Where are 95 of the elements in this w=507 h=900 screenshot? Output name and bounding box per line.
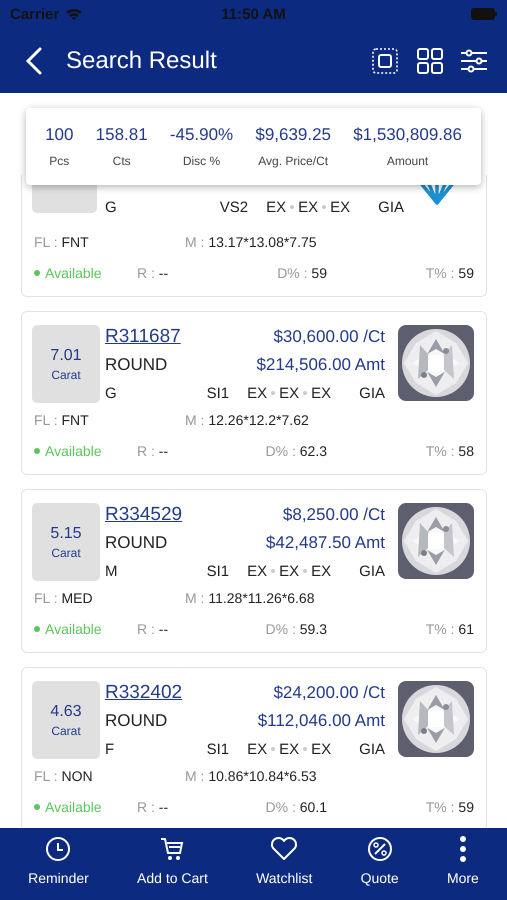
total-amount: $214,506.00 Amt (256, 355, 385, 375)
summary-value: 158.81 (96, 125, 148, 145)
more-icon (458, 836, 467, 862)
stone-symmetry: EX (330, 198, 350, 216)
stone-id-link[interactable]: R334529 (105, 504, 182, 526)
cart-icon (159, 836, 186, 862)
ratio: R : -- (137, 621, 170, 637)
summary-value: 100 (45, 125, 74, 145)
shape-label: ROUND (105, 533, 168, 553)
stone-polish: EX (279, 562, 300, 580)
stone-symmetry: EX (311, 740, 332, 758)
stone-color-grade: F (105, 740, 116, 758)
clock-icon (45, 836, 72, 862)
stone-clarity: SI1 (206, 384, 230, 402)
total-amount: $42,487.50 Amt (266, 533, 385, 553)
availability-status: Available (34, 799, 137, 815)
nav-button[interactable]: Add to Cart (137, 828, 208, 900)
nav-button[interactable]: More (446, 828, 479, 900)
heart-icon (270, 836, 298, 862)
total-amount: $112,046.00 Amt (258, 711, 385, 731)
price-per-carat: $8,250.00 /Ct (282, 505, 385, 525)
ratio: R : -- (137, 799, 170, 815)
carat-value: 5.15 (50, 524, 82, 542)
price-per-carat: $24,200.00 /Ct (273, 683, 385, 703)
stone-color-grade: M (105, 562, 118, 580)
stone-lab: GIA (359, 740, 385, 758)
stone-clarity: SI1 (206, 740, 230, 758)
measurements: M : 12.26*12.2*7.62 (185, 412, 310, 428)
availability-status: Available (34, 265, 137, 281)
fluorescence: FL : MED (34, 590, 94, 606)
stone-clarity: VS2 (220, 198, 248, 216)
stone-cut: EX (247, 740, 268, 758)
stone-lab: GIA (359, 562, 385, 580)
carrier-label: Carrier (10, 6, 60, 22)
ratio: R : -- (137, 443, 170, 459)
table-percent: T% : 59 (426, 799, 474, 815)
nav-button[interactable]: Watchlist (256, 828, 312, 900)
stone-symmetry: EX (311, 562, 332, 580)
depth-percent: D% : 62.3 (266, 443, 327, 459)
stone-id-link[interactable]: R311687 (105, 326, 181, 348)
battery-icon (471, 8, 497, 20)
stone-color-grade: G (105, 384, 118, 402)
nav-button[interactable]: Reminder (28, 828, 89, 900)
carat-value: 4.63 (50, 702, 82, 720)
summary-label: Cts (112, 154, 131, 168)
single-view-icon[interactable] (372, 48, 398, 74)
measurements: M : 10.86*10.84*6.53 (185, 768, 318, 784)
summary-value: $9,639.25 (255, 125, 331, 145)
screen-title: Search Result (66, 46, 218, 74)
stone-cut: EX (266, 198, 286, 216)
stone-lab: GIA (378, 198, 404, 216)
stone-polish: EX (279, 384, 300, 402)
summary-label: Avg. Price/Ct (258, 154, 328, 168)
table-percent: T% : 59 (426, 265, 474, 281)
stone-cut: EX (247, 384, 268, 402)
availability-status: Available (34, 621, 137, 637)
summary-value: $1,530,809.86 (353, 125, 462, 145)
price-per-carat: $30,600.00 /Ct (273, 327, 385, 347)
stone-id-link[interactable]: R332402 (105, 682, 182, 704)
carat-unit: Carat (51, 546, 81, 560)
back-icon[interactable] (24, 46, 44, 74)
depth-percent: D% : 60.1 (266, 799, 327, 815)
carat-value: 7.01 (50, 346, 82, 364)
summary-value: -45.90% (170, 125, 234, 145)
grid-view-icon[interactable] (417, 48, 443, 74)
measurements: M : 13.17*13.08*7.75 (185, 234, 318, 250)
summary-label: Amount (386, 154, 428, 168)
filter-icon[interactable] (461, 48, 487, 72)
shape-label: ROUND (105, 711, 168, 731)
stone-polish: EX (298, 198, 318, 216)
shape-label: ROUND (105, 355, 168, 375)
carat-unit: Carat (51, 724, 81, 738)
stone-lab: GIA (359, 384, 385, 402)
clock-time: 11:50 AM (221, 6, 286, 22)
depth-percent: D% : 59.3 (266, 621, 327, 637)
stone-clarity: SI1 (206, 562, 230, 580)
stone-polish: EX (279, 740, 300, 758)
availability-status: Available (34, 443, 137, 459)
summary-label: Disc % (182, 154, 220, 168)
table-percent: T% : 61 (426, 621, 474, 637)
wifi-icon (65, 7, 84, 21)
percent-icon (366, 836, 393, 862)
ratio: R : -- (137, 265, 170, 281)
stone-color-grade: G (105, 198, 118, 216)
carat-unit: Carat (51, 368, 81, 382)
measurements: M : 11.28*11.26*6.68 (185, 590, 316, 606)
nav-button[interactable]: Quote (360, 828, 399, 900)
fluorescence: FL : NON (34, 768, 94, 784)
stone-cut: EX (247, 562, 268, 580)
fluorescence: FL : FNT (34, 234, 90, 250)
fluorescence: FL : FNT (34, 412, 90, 428)
stone-symmetry: EX (311, 384, 332, 402)
depth-percent: D% : 59 (277, 265, 327, 281)
table-percent: T% : 58 (426, 443, 474, 459)
summary-label: Pcs (49, 154, 70, 168)
